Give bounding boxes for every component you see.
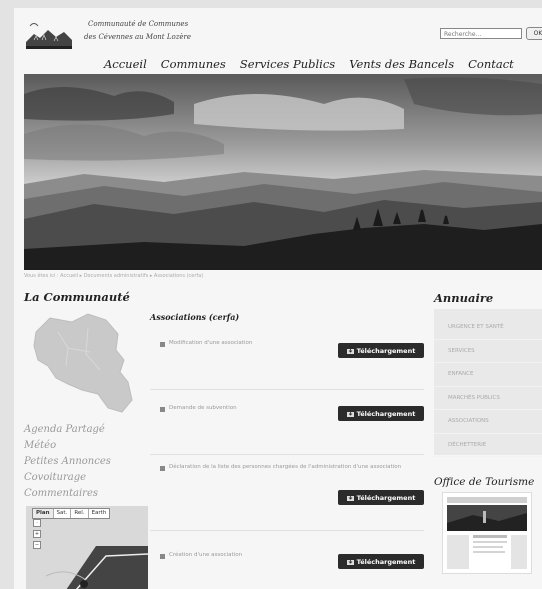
- link-commentaires[interactable]: Commentaires: [24, 486, 111, 502]
- nav-contact[interactable]: Contact: [468, 57, 514, 71]
- org-name-line2: des Cévennes au Mont Lozère: [84, 33, 192, 41]
- map-pan-icon[interactable]: ·: [33, 519, 41, 527]
- logo[interactable]: [24, 18, 74, 52]
- row-divider: [150, 530, 424, 531]
- territory-map[interactable]: [28, 308, 148, 418]
- org-name-line1: Communauté de Communes: [88, 20, 189, 28]
- tourisme-title: Office de Tourisme: [434, 476, 535, 488]
- download-label: Téléchargement: [356, 557, 416, 566]
- side-links: Agenda Partagé Météo Petites Annonces Co…: [24, 422, 111, 502]
- search-input[interactable]: Recherche...: [440, 28, 522, 39]
- link-agenda-partage[interactable]: Agenda Partagé: [24, 422, 111, 438]
- document-icon: [160, 342, 165, 347]
- map-tab-earth[interactable]: Earth: [89, 509, 110, 518]
- document-icon: [160, 466, 165, 471]
- document-row: Déclaration de la liste des personnes ch…: [150, 464, 424, 534]
- document-title[interactable]: Déclaration de la liste des personnes ch…: [169, 464, 409, 471]
- nav-communes[interactable]: Communes: [161, 57, 226, 71]
- map-tab-sat[interactable]: Sat.: [54, 509, 72, 518]
- annuaire-item-dechetterie[interactable]: DÉCHETTERIE: [434, 434, 542, 457]
- download-icon: [346, 410, 354, 417]
- download-button[interactable]: Téléchargement: [338, 554, 424, 569]
- map-type-tabs: Plan Sat. Rel. Earth: [32, 508, 111, 519]
- content-title: Associations (cerfa): [150, 312, 240, 322]
- hero-landscape-image: [24, 74, 542, 270]
- download-icon: [346, 494, 354, 501]
- download-label: Téléchargement: [356, 493, 416, 502]
- annuaire-item-urgence-sante[interactable]: URGENCE ET SANTÉ: [434, 316, 542, 340]
- map-zoom-controls: · + −: [33, 519, 41, 552]
- map-tab-plan[interactable]: Plan: [33, 509, 54, 518]
- document-icon: [160, 554, 165, 559]
- google-map-widget[interactable]: Plan Sat. Rel. Earth · + −: [26, 506, 148, 589]
- download-button[interactable]: Téléchargement: [338, 406, 424, 421]
- link-meteo[interactable]: Météo: [24, 438, 111, 454]
- annuaire-item-associations[interactable]: ASSOCIATIONS: [434, 410, 542, 434]
- link-petites-annonces[interactable]: Petites Annonces: [24, 454, 111, 470]
- main-nav: Accueil Communes Services Publics Vents …: [104, 57, 514, 71]
- document-row: Demande de subvention Téléchargement: [150, 405, 424, 455]
- annuaire-item-marches-publics[interactable]: MARCHÉS PUBLICS: [434, 387, 542, 410]
- map-tab-rel[interactable]: Rel.: [71, 509, 89, 518]
- download-button[interactable]: Téléchargement: [338, 490, 424, 505]
- search-button[interactable]: OK: [526, 27, 542, 40]
- nav-accueil[interactable]: Accueil: [104, 57, 147, 71]
- breadcrumb: Vous êtes ici : Accueil ▸ Documents admi…: [24, 273, 204, 279]
- annuaire-item-enfance[interactable]: ENFANCE: [434, 363, 542, 387]
- download-icon: [346, 347, 354, 354]
- row-divider: [150, 389, 424, 390]
- document-row: Création d'une association Téléchargemen…: [150, 552, 424, 582]
- zoom-in-icon[interactable]: +: [33, 530, 41, 538]
- annuaire-title: Annuaire: [434, 291, 494, 305]
- communaute-title: La Communauté: [24, 290, 130, 304]
- row-divider: [150, 454, 424, 455]
- zoom-out-icon[interactable]: −: [33, 541, 41, 549]
- annuaire-item-services[interactable]: SERVICES: [434, 340, 542, 363]
- document-icon: [160, 407, 165, 412]
- annuaire-menu: URGENCE ET SANTÉ SERVICES ENFANCE MARCHÉ…: [434, 309, 542, 457]
- nav-vents-des-bancels[interactable]: Vents des Bancels: [349, 57, 454, 71]
- document-row: Modification d'une association Télécharg…: [150, 340, 424, 390]
- link-covoiturage[interactable]: Covoiturage: [24, 470, 111, 486]
- download-label: Téléchargement: [356, 409, 416, 418]
- nav-services-publics[interactable]: Services Publics: [240, 57, 335, 71]
- download-icon: [346, 558, 354, 565]
- tourisme-website-thumbnail[interactable]: [442, 492, 532, 574]
- org-name: Communauté de Communes des Cévennes au M…: [84, 18, 191, 44]
- download-label: Téléchargement: [356, 346, 416, 355]
- download-button[interactable]: Téléchargement: [338, 343, 424, 358]
- page: Communauté de Communes des Cévennes au M…: [14, 8, 542, 589]
